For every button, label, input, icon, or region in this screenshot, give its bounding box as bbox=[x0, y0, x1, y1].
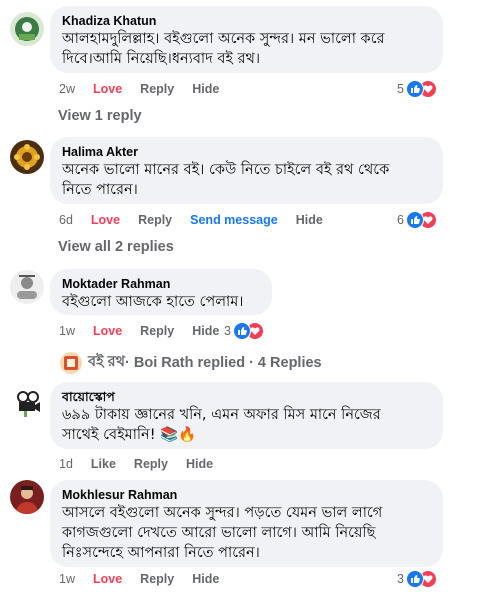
comment-actions: 2w Love Reply Hide bbox=[59, 80, 237, 98]
love-button[interactable]: Love bbox=[93, 570, 122, 588]
reaction-summary[interactable]: 3 bbox=[224, 322, 264, 340]
reaction-count: 3 bbox=[397, 572, 404, 586]
like-icon bbox=[405, 211, 424, 229]
comment-bubble: Mokhlesur Rahman আসলে বইগুলো অনেক সুন্দর… bbox=[50, 480, 443, 567]
comment-author[interactable]: বায়োস্কোপ bbox=[62, 390, 431, 405]
comment-time[interactable]: 1d bbox=[59, 455, 73, 473]
love-button[interactable]: Love bbox=[93, 322, 122, 340]
reaction-summary[interactable]: 6 bbox=[397, 211, 437, 229]
comment-text-line: অনেক ভালো মানের বই। কেউ নিতে চাইলে বই রথ… bbox=[62, 162, 390, 178]
avatar-mokhlesur[interactable] bbox=[10, 480, 44, 514]
hide-button[interactable]: Hide bbox=[192, 570, 219, 588]
comment-text-line: সাথেই বেইমানি! 📚🔥 bbox=[62, 427, 197, 443]
comment-author[interactable]: Mokhlesur Rahman bbox=[62, 488, 431, 503]
comment-text-line: কাগজগুলো দেখতে আরো ভালো লাগে। আমি নিয়েছ… bbox=[62, 525, 376, 541]
comment-text-line: বইগুলো আজকে হাতে পেলাম। bbox=[62, 294, 244, 310]
comment-actions: 6d Love Reply Send message Hide bbox=[59, 211, 341, 229]
comment-text-line: দিবে।আমি নিয়েছি।ধন্যবাদ বই রথ। bbox=[62, 51, 261, 67]
reply-button[interactable]: Reply bbox=[140, 570, 174, 588]
comment-time[interactable]: 6d bbox=[59, 211, 73, 229]
reaction-summary[interactable]: 3 bbox=[397, 570, 437, 588]
avatar-moktader[interactable] bbox=[10, 270, 44, 304]
hide-button[interactable]: Hide bbox=[296, 211, 323, 229]
comment-text-line: নিতে পারেন। bbox=[62, 182, 138, 198]
comment-author[interactable]: Khadiza Khatun bbox=[62, 14, 431, 29]
page-replied-text: · Boi Rath replied · 4 Replies bbox=[125, 355, 322, 371]
hide-button[interactable]: Hide bbox=[192, 322, 219, 340]
comment-time[interactable]: 1w bbox=[59, 570, 75, 588]
comment-text-line: নিঃসন্দেহে আপনারা নিতে পারেন। bbox=[62, 545, 260, 561]
comment-actions: 1w Love Reply Hide bbox=[59, 322, 237, 340]
comment-author[interactable]: Halima Akter bbox=[62, 145, 431, 160]
like-button[interactable]: Like bbox=[91, 455, 116, 473]
send-message-button[interactable]: Send message bbox=[190, 211, 278, 229]
reaction-count: 3 bbox=[224, 324, 231, 338]
avatar-bioscope[interactable] bbox=[10, 385, 44, 419]
comment-text-line: ৬৯৯ টাকায় জ্ঞানের খনি, এমন অফার মিস মান… bbox=[62, 407, 381, 423]
comment-bubble: Khadiza Khatun আলহামদুলিল্লাহ। বইগুলো অন… bbox=[50, 6, 443, 73]
comment-bubble: বায়োস্কোপ ৬৯৯ টাকায় জ্ঞানের খনি, এমন অ… bbox=[50, 382, 443, 449]
like-icon bbox=[405, 80, 424, 98]
like-icon bbox=[232, 322, 251, 340]
like-icon bbox=[405, 570, 424, 588]
avatar-halima[interactable] bbox=[10, 140, 44, 174]
comment-actions: 1d Like Reply Hide bbox=[59, 455, 231, 473]
comment-actions: 1w Love Reply Hide bbox=[59, 570, 237, 588]
view-replies-link[interactable]: View all 2 replies bbox=[58, 239, 174, 255]
comment-time[interactable]: 1w bbox=[59, 322, 75, 340]
page-avatar bbox=[60, 352, 82, 374]
hide-button[interactable]: Hide bbox=[186, 455, 213, 473]
love-button[interactable]: Love bbox=[93, 80, 122, 98]
page-name[interactable]: বই রথ bbox=[88, 351, 125, 375]
comment-time[interactable]: 2w bbox=[59, 80, 75, 98]
comment-bubble: Moktader Rahman বইগুলো আজকে হাতে পেলাম। bbox=[50, 269, 272, 315]
reaction-summary[interactable]: 5 bbox=[397, 80, 437, 98]
reply-button[interactable]: Reply bbox=[134, 455, 168, 473]
comment-text-line: আসলে বইগুলো অনেক সুন্দর। পড়তে যেমন ভাল … bbox=[62, 505, 383, 521]
page-replied-summary[interactable]: বই রথ · Boi Rath replied · 4 Replies bbox=[60, 351, 322, 375]
reply-button[interactable]: Reply bbox=[140, 322, 174, 340]
comment-bubble: Halima Akter অনেক ভালো মানের বই। কেউ নিত… bbox=[50, 137, 443, 204]
reply-button[interactable]: Reply bbox=[140, 80, 174, 98]
comment-author[interactable]: Moktader Rahman bbox=[62, 277, 260, 292]
comment-text-line: আলহামদুলিল্লাহ। বইগুলো অনেক সুন্দর। মন ভ… bbox=[62, 31, 385, 47]
love-button[interactable]: Love bbox=[91, 211, 120, 229]
hide-button[interactable]: Hide bbox=[192, 80, 219, 98]
reply-button[interactable]: Reply bbox=[138, 211, 172, 229]
view-replies-link[interactable]: View 1 reply bbox=[58, 108, 142, 124]
reaction-count: 5 bbox=[397, 82, 404, 96]
reaction-count: 6 bbox=[397, 213, 404, 227]
avatar-khadiza[interactable] bbox=[10, 12, 44, 46]
